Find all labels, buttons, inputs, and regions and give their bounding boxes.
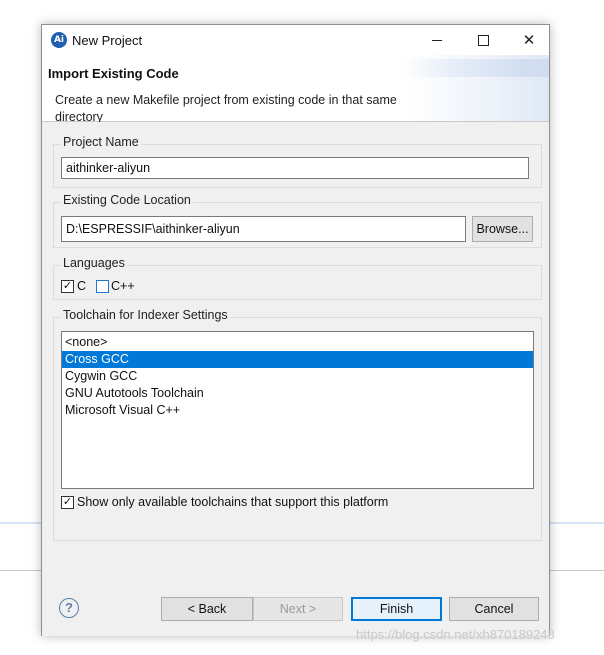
list-item[interactable]: Cross GCC: [62, 351, 533, 368]
languages-label: Languages: [61, 256, 127, 270]
list-item[interactable]: <none>: [62, 334, 533, 351]
language-cpp-label: C++: [111, 279, 135, 293]
close-button[interactable]: ✕: [506, 25, 552, 55]
app-logo-icon: Ai: [51, 32, 67, 48]
list-item[interactable]: Microsoft Visual C++: [62, 402, 533, 419]
project-name-label: Project Name: [61, 135, 141, 149]
finish-button[interactable]: Finish: [351, 597, 442, 621]
next-button: Next >: [253, 597, 343, 621]
toolchain-group: Toolchain for Indexer Settings <none> Cr…: [53, 308, 542, 541]
list-item[interactable]: GNU Autotools Toolchain: [62, 385, 533, 402]
code-location-input[interactable]: D:\ESPRESSIF\aithinker-aliyun: [61, 216, 466, 242]
toolchain-list[interactable]: <none> Cross GCC Cygwin GCC GNU Autotool…: [61, 331, 534, 489]
maximize-button[interactable]: [460, 25, 506, 55]
show-only-available-checkbox[interactable]: ✓: [61, 496, 74, 509]
language-c-label: C: [77, 279, 87, 293]
project-name-input[interactable]: aithinker-aliyun: [61, 157, 529, 179]
new-project-dialog: Ai New Project ✕ Import Existing Code Cr…: [41, 24, 550, 636]
minimize-button[interactable]: [414, 25, 460, 55]
help-icon[interactable]: ?: [59, 598, 79, 618]
window-title: New Project: [72, 33, 143, 48]
language-c-checkbox[interactable]: ✓: [61, 280, 74, 293]
wizard-content: Project Name aithinker-aliyun Existing C…: [42, 122, 549, 570]
code-location-group: Existing Code Location D:\ESPRESSIF\aith…: [53, 193, 542, 248]
toolchain-label: Toolchain for Indexer Settings: [61, 308, 230, 322]
minimize-icon: [432, 39, 442, 41]
languages-group: Languages ✓ C C++: [53, 256, 542, 300]
wizard-header: Import Existing Code Create a new Makefi…: [42, 55, 549, 124]
header-banner-decoration: [399, 59, 549, 77]
maximize-icon: [477, 34, 489, 46]
show-only-available-label: Show only available toolchains that supp…: [77, 495, 389, 509]
close-icon: ✕: [522, 31, 536, 49]
language-cpp-checkbox[interactable]: [96, 280, 109, 293]
wizard-title: Import Existing Code: [48, 66, 179, 81]
title-bar: Ai New Project ✕: [42, 25, 549, 55]
cancel-button[interactable]: Cancel: [449, 597, 539, 621]
code-location-label: Existing Code Location: [61, 193, 193, 207]
wizard-description: Create a new Makefile project from exist…: [55, 93, 397, 124]
back-button[interactable]: < Back: [161, 597, 253, 621]
list-item[interactable]: Cygwin GCC: [62, 368, 533, 385]
watermark-text: https://blog.csdn.net/xh870189248: [356, 627, 555, 642]
project-name-group: Project Name aithinker-aliyun: [53, 135, 542, 188]
browse-button[interactable]: Browse...: [472, 216, 533, 242]
